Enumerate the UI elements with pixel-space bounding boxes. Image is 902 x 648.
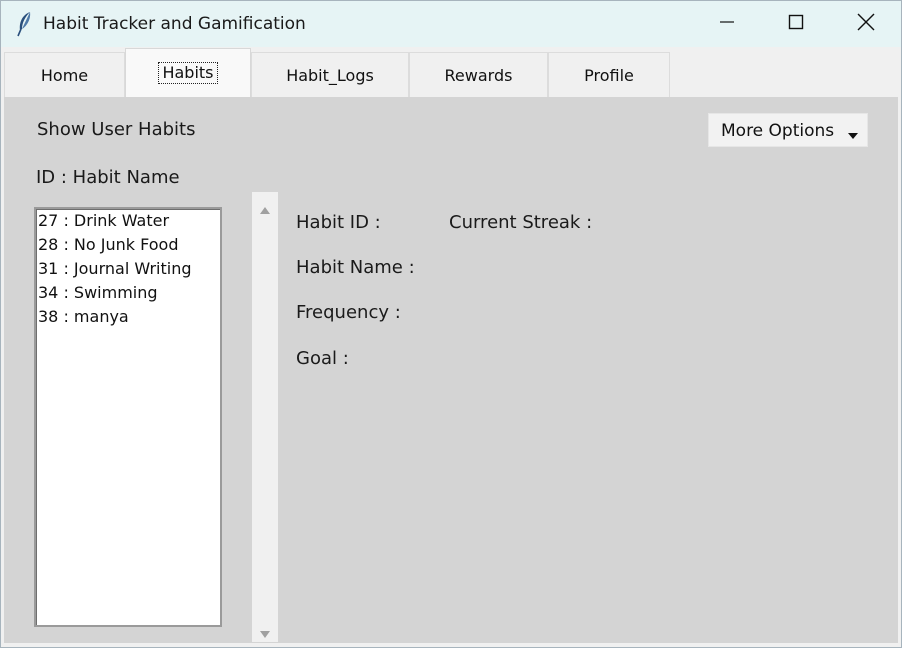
close-button[interactable] (832, 1, 900, 47)
panel-heading: Show User Habits (37, 119, 196, 140)
tab-profile[interactable]: Profile (548, 52, 670, 97)
list-item[interactable]: 28 : No Junk Food (36, 233, 220, 257)
window-title: Habit Tracker and Gamification (43, 14, 306, 34)
current-streak-label: Current Streak : (449, 212, 593, 233)
list-item[interactable]: 34 : Swimming (36, 281, 220, 305)
frequency-label: Frequency : (296, 302, 401, 323)
caret-down-icon (847, 125, 859, 145)
tab-label: Habits (158, 62, 218, 84)
scroll-down-icon[interactable] (259, 624, 271, 643)
app-window: Habit Tracker and Gamification Home Habi… (0, 0, 902, 648)
tab-label: Home (40, 65, 89, 85)
habit-id-label: Habit ID : (296, 212, 381, 233)
more-options-dropdown[interactable]: More Options (708, 113, 868, 147)
feather-icon (15, 11, 35, 37)
tab-home[interactable]: Home (4, 52, 125, 97)
tab-rewards[interactable]: Rewards (409, 52, 548, 97)
tab-habit-logs[interactable]: Habit_Logs (251, 52, 409, 97)
close-icon (857, 13, 875, 35)
tab-bar: Home Habits Habit_Logs Rewards Profile (1, 47, 901, 97)
scroll-up-icon[interactable] (259, 200, 271, 219)
tab-label: Rewards (444, 65, 513, 85)
goal-label: Goal : (296, 348, 349, 369)
maximize-icon (788, 14, 804, 34)
title-bar[interactable]: Habit Tracker and Gamification (1, 1, 901, 47)
tab-habits[interactable]: Habits (125, 48, 251, 97)
list-header: ID : Habit Name (36, 167, 180, 188)
list-item[interactable]: 31 : Journal Writing (36, 257, 220, 281)
more-options-label: More Options (721, 121, 835, 141)
minimize-icon (719, 14, 735, 34)
maximize-button[interactable] (762, 1, 830, 47)
minimize-button[interactable] (693, 1, 761, 47)
list-item[interactable]: 38 : manya (36, 305, 220, 329)
tab-label: Profile (584, 65, 634, 85)
vertical-scrollbar[interactable] (252, 192, 278, 642)
tab-label: Habit_Logs (286, 65, 374, 85)
habit-name-label: Habit Name : (296, 257, 415, 278)
list-item[interactable]: 27 : Drink Water (36, 209, 220, 233)
habits-listbox[interactable]: 27 : Drink Water 28 : No Junk Food 31 : … (34, 207, 222, 627)
habits-panel: Show User Habits More Options ID : Habit… (4, 97, 898, 643)
